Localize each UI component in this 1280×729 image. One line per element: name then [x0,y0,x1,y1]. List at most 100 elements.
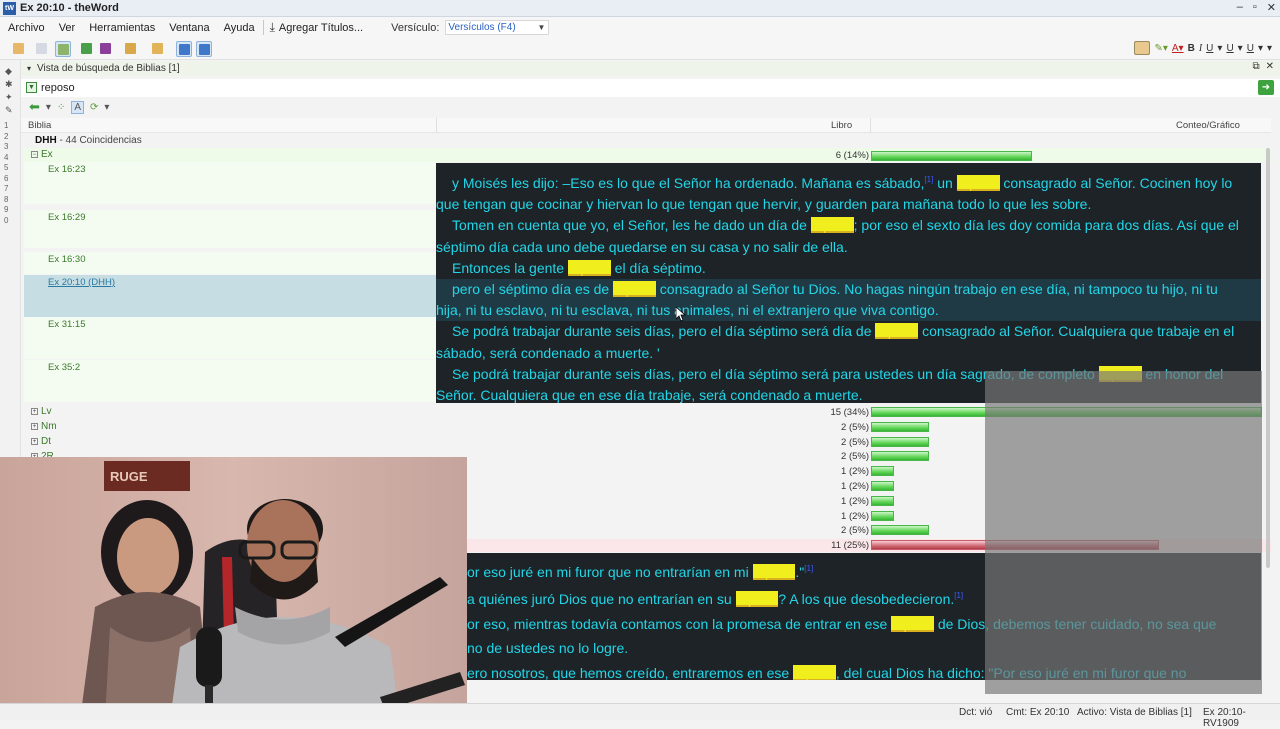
verse-row[interactable]: Ex 16:30 [24,252,437,274]
menu-ayuda[interactable]: Ayuda [224,22,255,34]
search-panel-header: ▾ Vista de búsqueda de Biblias [1] ⧉ ✕ [21,61,1280,76]
chevron-down-icon[interactable]: ▾ [46,102,51,113]
chevron-down-icon[interactable]: ▾ [1238,43,1243,54]
font-color-icon[interactable]: A▾ [1172,43,1184,54]
download-icon: ⤓ [269,20,275,34]
copy-button[interactable] [33,41,49,57]
pin-icon[interactable]: ✦ [5,92,15,102]
book-count: 2 (5%) [841,422,869,433]
chevron-down-icon[interactable]: ▾ [1217,43,1222,54]
verse-preview-popup: y Moisés les dijo: –Eso es lo que el Señ… [436,163,1261,403]
theword-app-icon: tW [3,1,16,15]
search-input[interactable] [41,81,1251,95]
verse-row[interactable]: Ex 16:23 [24,162,437,204]
menu-herramientas[interactable]: Herramientas [89,22,155,34]
maximize-icon[interactable]: ▫ [1253,1,1257,14]
bold-button[interactable]: B [1188,43,1195,54]
menu-archivo[interactable]: Archivo [8,22,45,34]
column-count[interactable]: Conteo/Gráfico [1176,120,1240,131]
verse-ref[interactable]: Ex 31:15 [48,319,86,330]
count-bar [871,525,929,535]
layout-button[interactable] [55,41,71,57]
window-title: Ex 20:10 - theWord [20,2,119,14]
text-view-icon[interactable]: A [71,100,84,114]
new-window-button[interactable] [10,41,26,57]
overlay-shadow [985,371,1262,694]
minimize-icon[interactable]: – [1237,1,1243,14]
footnote-marker[interactable]: [1] [804,564,813,573]
count-bar [871,151,1032,161]
chevron-down-icon[interactable]: ▾ [104,102,109,113]
collapse-icon[interactable]: ▾ [27,64,31,73]
book-count: 1 (2%) [841,481,869,492]
book-name: Dt [41,436,51,447]
verse-ref[interactable]: Ex 16:30 [48,254,86,265]
vertical-scrollbar[interactable] [1266,148,1270,568]
refresh-icon[interactable]: ⟳ [90,102,98,113]
footnote-marker[interactable]: [1] [924,175,933,184]
footnote-marker[interactable]: [1] [954,591,963,600]
sync-button[interactable] [196,41,212,57]
verse-ref[interactable]: Ex 35:2 [48,362,80,373]
column-divider[interactable] [870,118,871,133]
verse-text: ? A los que desobedecieron. [778,591,955,608]
italic-button[interactable]: I [1199,43,1202,54]
line-number: 5 [4,163,9,172]
star-icon[interactable]: ✱ [5,79,15,89]
verse-row[interactable]: Ex 31:15 [24,317,437,359]
window-controls: – ▫ ✕ [1237,1,1276,14]
underline-button[interactable]: U [1206,43,1213,54]
back-arrow-icon[interactable]: ⬅ [29,99,40,115]
palette-icon[interactable] [1134,41,1151,55]
expand-icon[interactable]: + [31,408,38,415]
preview-verse: y Moisés les dijo: –Eso es lo que el Señ… [436,169,1261,215]
restore-icon[interactable]: ⧉ [1252,61,1259,72]
book-row-ex[interactable]: − Ex 6 (14%) [24,148,1271,162]
link-button[interactable] [176,41,192,57]
close-icon[interactable]: ✕ [1266,61,1274,72]
underline-style-button[interactable]: U [1247,43,1254,54]
verse-ref[interactable]: Ex 16:29 [48,212,86,223]
add-titles-button[interactable]: Agregar Títulos... [279,22,363,34]
verse-select[interactable]: Versículos (F4) ▼ [445,20,550,35]
column-book[interactable]: Libro [831,120,852,131]
verse-ref[interactable]: Ex 20:10 (DHH) [48,277,115,288]
keyword-highlight: reposo [567,259,611,276]
highlighter-icon[interactable]: ✎▾ [1154,43,1167,54]
close-icon[interactable]: ✕ [1267,1,1276,14]
verse-row[interactable]: Ex 16:29 [24,210,437,248]
keyword-highlight: reposo [613,281,656,298]
double-underline-button[interactable]: U [1226,43,1233,54]
column-bible[interactable]: Biblia [28,120,51,131]
book-count: 1 (2%) [841,511,869,522]
window-layout-button[interactable] [149,41,165,57]
version-count: - 44 Coincidencias [59,135,142,146]
verse-ref[interactable]: Ex 16:23 [48,164,86,175]
search-history-dropdown[interactable]: ▼ [26,82,37,93]
diamond-icon[interactable]: ◆ [5,66,15,76]
menu-bar: Archivo Ver Herramientas Ventana Ayuda ⤓… [0,17,1280,38]
menu-ver[interactable]: Ver [59,22,76,34]
tree-icon[interactable]: ⁘ [57,102,65,113]
book-count: 1 (2%) [841,496,869,507]
book-name: Lv [41,406,52,417]
menu-ventana[interactable]: Ventana [169,22,209,34]
column-divider[interactable] [436,118,437,133]
bookmark-button[interactable] [78,41,94,57]
expand-icon[interactable]: + [31,423,38,430]
expand-icon[interactable]: + [31,438,38,445]
collapse-icon[interactable]: − [31,151,38,158]
library-icon [99,43,111,54]
verse-row-selected[interactable]: Ex 20:10 (DHH) [24,275,437,317]
sort-button[interactable] [122,41,138,57]
chevron-down-icon[interactable]: ▾ [1258,43,1263,54]
library-button[interactable] [97,41,113,57]
pen-icon[interactable]: ✎ [5,105,15,115]
search-go-button[interactable]: ➜ [1258,80,1274,95]
more-options-icon[interactable]: ▾ [1267,43,1272,54]
line-number: 3 [4,142,9,151]
status-dict: Dct: vió [959,707,993,718]
version-row[interactable]: DHH - 44 Coincidencias [35,135,1280,146]
verse-row[interactable]: Ex 35:2 [24,360,437,402]
main-toolbar [0,38,1280,60]
